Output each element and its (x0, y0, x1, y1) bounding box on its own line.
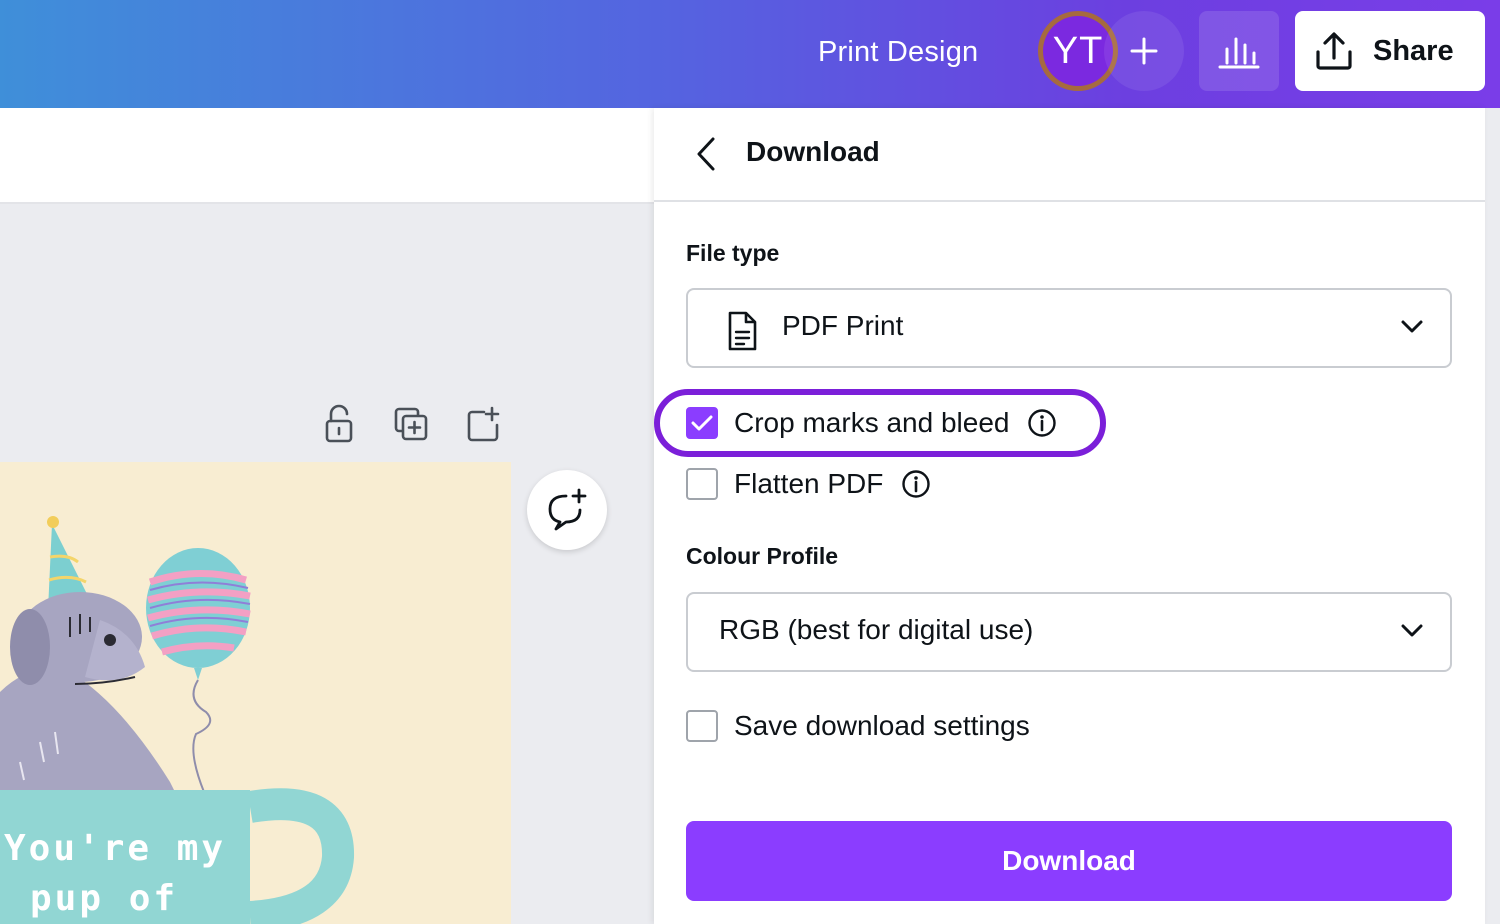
crop-marks-row[interactable]: Crop marks and bleed (686, 406, 1057, 440)
share-label: Share (1373, 34, 1454, 67)
top-bar: Print Design YT Share (0, 0, 1500, 108)
save-settings-label: Save download settings (734, 710, 1030, 741)
chevron-down-icon (1401, 624, 1423, 637)
add-page-button[interactable] (463, 404, 503, 444)
design-page[interactable]: You're my pup of (0, 462, 511, 924)
share-button[interactable]: Share (1295, 11, 1485, 91)
panel-title: Download (746, 136, 880, 167)
file-type-value: PDF Print (782, 310, 904, 341)
editor-toolbar (0, 108, 654, 204)
flatten-pdf-label: Flatten PDF (734, 468, 884, 499)
flatten-pdf-checkbox[interactable] (686, 468, 718, 500)
card-text-line1: You're my (4, 828, 227, 869)
comment-add-icon (548, 488, 587, 531)
card-text-line2: pup of (30, 878, 179, 919)
bar-chart-icon (1218, 37, 1260, 69)
chevron-left-icon (697, 137, 715, 171)
add-comment-button[interactable] (527, 470, 607, 550)
save-settings-row[interactable]: Save download settings (686, 709, 1030, 743)
flatten-pdf-row[interactable]: Flatten PDF (686, 467, 931, 501)
flatten-pdf-info-button[interactable] (901, 469, 931, 499)
back-button[interactable] (686, 134, 726, 174)
panel-header: Download (654, 108, 1485, 202)
plus-icon (1130, 37, 1158, 65)
crop-marks-info-button[interactable] (1027, 408, 1057, 438)
file-type-label: File type (686, 240, 780, 266)
download-panel: Download File type PDF Print Crop marks … (654, 108, 1485, 924)
file-type-select[interactable]: PDF Print (686, 288, 1452, 368)
avatar[interactable]: YT (1043, 16, 1113, 86)
chevron-down-icon (1401, 320, 1423, 333)
info-icon (902, 470, 931, 498)
lock-page-button[interactable] (319, 404, 359, 444)
insights-button[interactable] (1199, 11, 1279, 91)
duplicate-page-button[interactable] (391, 404, 431, 444)
print-design-button[interactable]: Print Design (818, 30, 978, 74)
colour-profile-select[interactable]: RGB (best for digital use) (686, 592, 1452, 672)
save-settings-checkbox[interactable] (686, 710, 718, 742)
colour-profile-value: RGB (best for digital use) (719, 614, 1034, 645)
crop-marks-checkbox[interactable] (686, 407, 718, 439)
duplicate-icon (394, 407, 428, 441)
upload-icon (1316, 32, 1352, 70)
add-page-icon (467, 406, 500, 442)
unlock-icon (325, 404, 353, 443)
add-collaborator-button[interactable] (1104, 11, 1184, 91)
crop-marks-label: Crop marks and bleed (734, 407, 1010, 438)
colour-profile-label: Colour Profile (686, 543, 839, 569)
info-icon (1028, 409, 1057, 437)
checkmark-icon (691, 415, 713, 431)
document-icon (728, 311, 757, 351)
download-button[interactable]: Download (686, 821, 1452, 901)
